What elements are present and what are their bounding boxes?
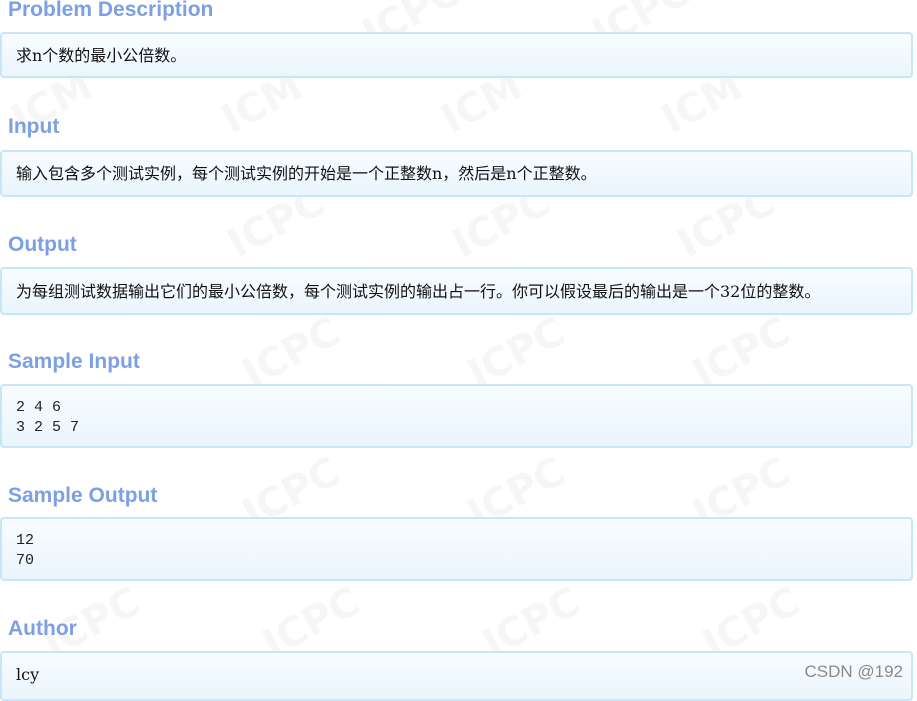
sample-output-line: 70	[16, 552, 35, 569]
author-panel: lcy	[0, 651, 913, 701]
output-panel: 为每组测试数据输出它们的最小公倍数，每个测试实例的输出占一行。你可以假设最后的输…	[0, 267, 913, 315]
section-title: Problem Description	[8, 0, 214, 21]
sample-output-line: 12	[16, 532, 35, 549]
problem-description-text: 求n个数的最小公倍数。	[16, 46, 187, 65]
csdn-watermark: CSDN @‎192	[804, 662, 903, 681]
sample-input-line: 2 4 6	[16, 399, 62, 416]
background-watermark: ICPC ICPC ICM ICM ICM ICM ICPC ICPC ICPC…	[0, 0, 917, 690]
section-title: Input	[8, 115, 60, 138]
input-panel: 输入包含多个测试实例，每个测试实例的开始是一个正整数n，然后是n个正整数。	[0, 150, 913, 197]
section-title: Author	[8, 617, 77, 640]
sample-output-panel: 12 70	[0, 517, 913, 581]
section-title: Sample Output	[8, 484, 158, 507]
author-name: lcy	[16, 665, 40, 684]
output-description-text: 为每组测试数据输出它们的最小公倍数，每个测试实例的输出占一行。你可以假设最后的输…	[16, 282, 821, 301]
sample-input-line: 3 2 5 7	[16, 419, 80, 436]
section-title: Output	[8, 233, 77, 256]
input-description-text: 输入包含多个测试实例，每个测试实例的开始是一个正整数n，然后是n个正整数。	[16, 164, 597, 183]
sample-input-panel: 2 4 6 3 2 5 7	[0, 384, 913, 448]
problem-description-panel: 求n个数的最小公倍数。	[0, 32, 913, 78]
section-title: Sample Input	[8, 350, 140, 373]
